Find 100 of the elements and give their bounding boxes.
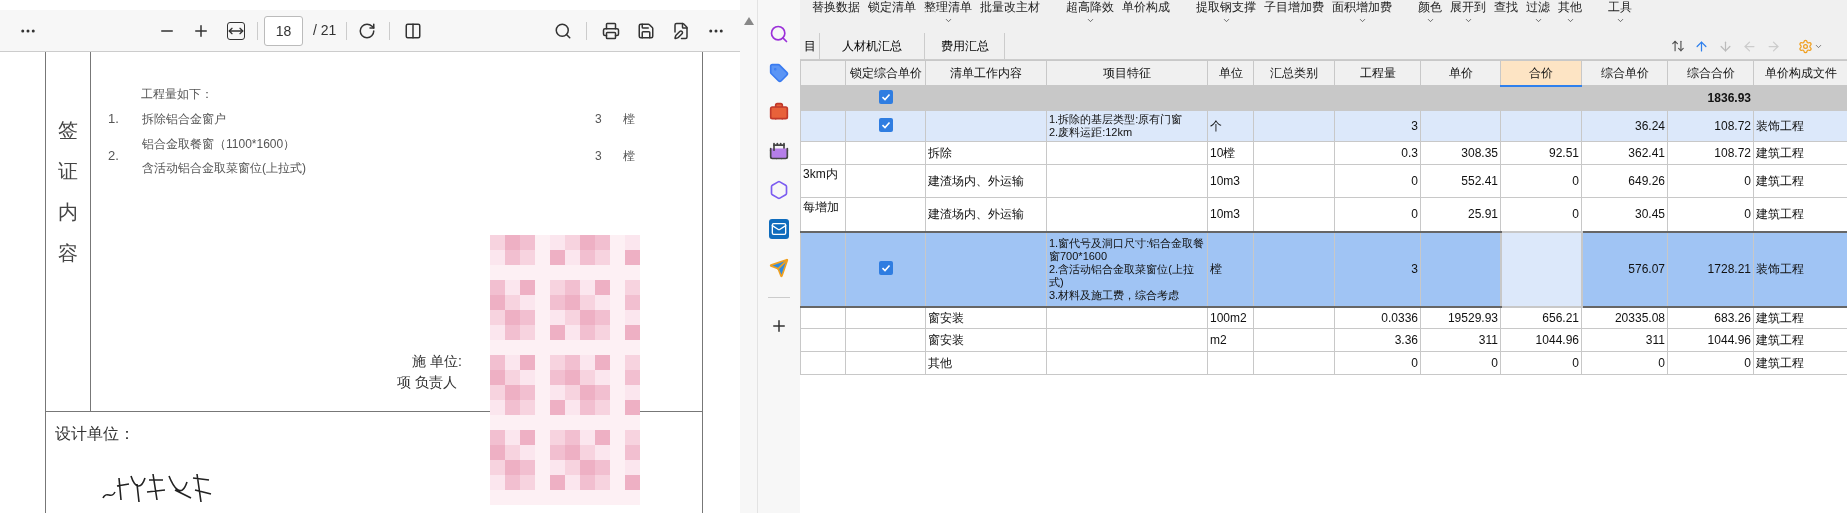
toolbar-button[interactable]: 工具 <box>1608 0 1632 25</box>
toolbar-button[interactable]: 锁定清单 <box>868 0 916 25</box>
column-header[interactable]: 单位 <box>1207 60 1254 86</box>
toolbar-button[interactable]: 颜色 <box>1418 0 1442 25</box>
save-icon[interactable] <box>637 21 656 40</box>
search-icon[interactable] <box>769 24 789 44</box>
table-cell: 0 <box>1491 356 1498 370</box>
column-header[interactable]: 单价 <box>1420 60 1501 86</box>
table-cell: 0 <box>1658 356 1665 370</box>
toolbar-button[interactable]: 查找 <box>1494 0 1518 25</box>
toolbar-button[interactable]: 批量改主材 <box>980 0 1040 25</box>
column-header[interactable]: 综合单价 <box>1581 60 1668 86</box>
table-row[interactable]: 拆除 10樘 0.3 308.35 92.51 362.41 108.72 建筑工程 <box>800 141 1847 165</box>
column-header[interactable]: 汇总类别 <box>1253 60 1335 86</box>
table-cell: 装饰工程 <box>1756 262 1804 276</box>
table-cell: 建筑工程 <box>1756 207 1804 222</box>
column-header[interactable]: 单价构成文件 <box>1753 60 1847 86</box>
quantity-text: 3 <box>595 147 603 165</box>
search-icon[interactable] <box>554 21 573 40</box>
caret-icon <box>1221 16 1231 25</box>
column-header[interactable]: 清单工作内容 <box>925 60 1047 86</box>
table-row[interactable]: 1.拆除的基层类型:原有门窗 2.废料运距:12km 个 3 36.24 108.72 装饰工程 <box>800 110 1847 142</box>
sort-icon[interactable] <box>1671 39 1685 53</box>
table-cell: 0 <box>1411 207 1418 222</box>
table-cell: 樘 <box>1210 262 1222 276</box>
mail-icon[interactable] <box>769 219 789 239</box>
table-cell: 0 <box>1744 356 1751 370</box>
check-icon <box>880 263 891 273</box>
column-header[interactable]: 工程量 <box>1334 60 1421 86</box>
table-cell: 10m3 <box>1210 207 1241 222</box>
checkbox[interactable] <box>878 90 893 104</box>
unit-text: 樘 <box>623 110 635 128</box>
table-cell: 100m2 <box>1210 310 1247 325</box>
table-cell: 3.36 <box>1394 333 1418 347</box>
table-cell: 3 <box>1411 119 1418 133</box>
table-cell: 10m3 <box>1210 174 1241 188</box>
toolbar-button[interactable]: 整理清单 <box>924 0 972 25</box>
table-cell: 拆除 <box>928 146 952 160</box>
table-cell: 656.21 <box>1542 310 1579 325</box>
table-row[interactable]: 1.窗代号及洞口尺寸:铝合金取餐窗700*1600 2.含活动铝合金取菜窗位(上拉式) 3.材料及施工费，综合考虑 樘 3 576.07 1728.21 装饰工程 <box>800 231 1847 307</box>
paper-plane-icon[interactable] <box>769 258 789 278</box>
caret-icon <box>1425 16 1435 25</box>
table-row[interactable]: 3km内 建渣场内、外运输 10m3 0 552.41 0 649.26 0 建筑工程 <box>800 164 1847 198</box>
checkbox[interactable] <box>878 261 893 275</box>
table-cell: 649.26 <box>1628 174 1665 188</box>
toolbar-button[interactable]: 其他 <box>1558 0 1582 25</box>
table-row[interactable]: 窗安装 100m2 0.0336 19529.93 656.21 20335.08 683.26 建筑工程 <box>800 306 1847 329</box>
save-as-icon[interactable] <box>672 21 691 40</box>
item-text: 拆除铝合金窗户 <box>142 110 226 128</box>
toolbar-button[interactable]: 过滤 <box>1526 0 1550 25</box>
table-cell: 建筑工程 <box>1756 356 1804 370</box>
row-header: 3km内 <box>803 167 838 181</box>
table-row[interactable]: 窗安装 m2 3.36 311 1044.96 311 1044.96 建筑工程 <box>800 328 1847 352</box>
fit-width-icon[interactable] <box>227 21 245 40</box>
toolbar-button[interactable]: 替换数据 <box>812 0 860 25</box>
toolbar-button[interactable]: 子目增加费 <box>1264 0 1324 25</box>
heading-text: 工程量如下： <box>140 86 213 103</box>
table-cell: 建筑工程 <box>1756 333 1804 347</box>
table-cell: 10樘 <box>1210 146 1236 160</box>
rotate-icon[interactable] <box>358 21 377 40</box>
table-cell: 3 <box>1411 262 1418 276</box>
table-cell: 建筑工程 <box>1756 146 1804 160</box>
table-cell: 108.72 <box>1714 146 1751 160</box>
toolbar-button[interactable]: 面积增加费 <box>1332 0 1392 25</box>
briefcase-icon[interactable] <box>769 102 789 122</box>
add-icon[interactable] <box>770 317 788 335</box>
chess-piece-icon[interactable] <box>769 141 789 161</box>
table-cell: 108.72 <box>1714 119 1751 133</box>
caret-icon <box>1533 16 1543 25</box>
table-cell: 311 <box>1645 333 1665 347</box>
toolbar-button[interactable]: 展开到 <box>1450 0 1486 25</box>
page-number-field[interactable]: 18 <box>264 15 303 46</box>
print-icon[interactable] <box>602 21 621 40</box>
column-header[interactable]: 综合合价 <box>1667 60 1754 86</box>
column-header[interactable]: 合价 <box>1500 60 1582 86</box>
toolbar-button[interactable]: 单价构成 <box>1122 0 1170 25</box>
hexagon-icon[interactable] <box>769 180 789 200</box>
caret-icon <box>1565 16 1575 25</box>
move-up-icon[interactable] <box>1694 38 1709 54</box>
column-header[interactable]: 项目特征 <box>1046 60 1208 86</box>
contractor-label: 施 单位: <box>412 352 462 371</box>
table-row[interactable]: 其他 0 0 0 0 0 建筑工程 <box>800 351 1847 375</box>
caret-icon <box>1615 16 1625 25</box>
column-header[interactable]: 锁定综合单价 <box>845 60 926 86</box>
toolbar-button[interactable]: 提取钢支撑 <box>1196 0 1256 25</box>
caret-icon <box>943 16 953 25</box>
table-cell: 0 <box>1744 174 1751 188</box>
toolbar-button[interactable]: 超高降效 <box>1066 0 1114 25</box>
table-row[interactable]: 1836.93 <box>800 85 1847 111</box>
quantity-text: 3 <box>595 110 603 128</box>
design-unit-label: 设计单位： <box>55 424 135 444</box>
table-cell: 建渣场内、外运输 <box>928 174 1024 188</box>
check-icon <box>880 120 891 130</box>
scroll-up-icon[interactable] <box>743 17 754 25</box>
caret-icon <box>1463 16 1473 25</box>
table-cell: 建筑工程 <box>1756 174 1804 188</box>
tag-icon[interactable] <box>769 63 789 83</box>
checkbox[interactable] <box>878 118 893 132</box>
table-row[interactable]: 每增加 建渣场内、外运输 10m3 0 25.91 0 30.45 0 建筑工程 <box>800 197 1847 232</box>
page-view-icon[interactable] <box>404 21 423 40</box>
